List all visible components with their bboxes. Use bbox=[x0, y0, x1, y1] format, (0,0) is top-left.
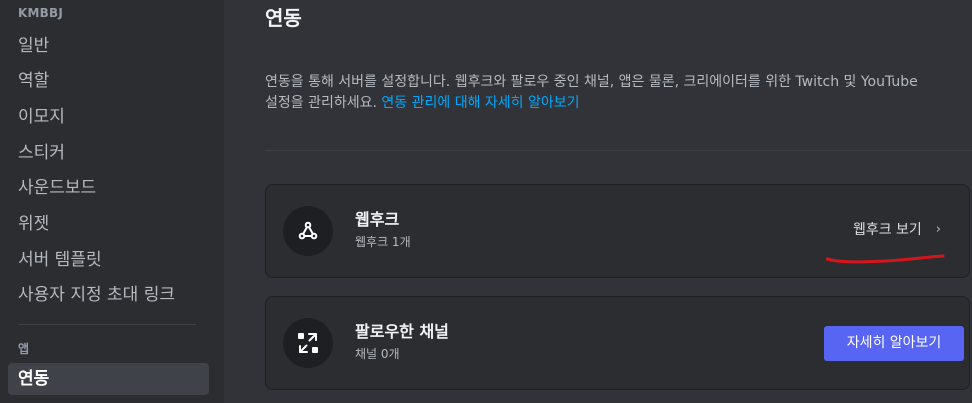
sidebar-item-stickers[interactable]: 스티커 bbox=[8, 137, 209, 169]
view-webhooks-button[interactable]: 웹후크 보기 › bbox=[853, 219, 941, 239]
description-text: 연동을 통해 서버를 설정합니다. 웹후크와 팔로우 중인 채널, 앱은 물론,… bbox=[265, 74, 918, 111]
follow-channel-icon bbox=[283, 318, 333, 368]
sidebar-item-integrations[interactable]: 연동 bbox=[8, 363, 209, 395]
server-name-header: KMBBJ bbox=[18, 6, 63, 20]
sidebar-divider bbox=[18, 324, 196, 325]
view-webhooks-label: 웹후크 보기 bbox=[852, 222, 922, 238]
sidebar-item-widget[interactable]: 위젯 bbox=[8, 208, 209, 240]
learn-more-link[interactable]: 연동 관리에 대해 자세히 알아보기 bbox=[381, 95, 579, 111]
apps-section-header: 앱 bbox=[18, 342, 30, 356]
sidebar-item-general[interactable]: 일반 bbox=[8, 30, 209, 62]
webhooks-card[interactable]: 웹후크 웹후크 1개 웹후크 보기 › bbox=[265, 184, 970, 278]
sidebar-item-emoji[interactable]: 이모지 bbox=[8, 101, 209, 133]
integrations-content: 연동 연동을 통해 서버를 설정합니다. 웹후크와 팔로우 중인 채널, 앱은 … bbox=[224, 0, 972, 403]
followed-channels-card: 팔로우한 채널 채널 0개 자세히 알아보기 bbox=[265, 296, 970, 390]
webhooks-count: 웹후크 1개 bbox=[355, 235, 411, 249]
content-divider bbox=[265, 150, 972, 151]
webhook-icon bbox=[283, 206, 333, 256]
sidebar-item-server-template[interactable]: 서버 템플릿 bbox=[8, 244, 209, 276]
page-title: 연동 bbox=[265, 6, 302, 30]
sidebar-item-custom-invite-link[interactable]: 사용자 지정 초대 링크 bbox=[8, 279, 209, 311]
sidebar-item-soundboard[interactable]: 사운드보드 bbox=[8, 172, 209, 204]
sidebar-item-roles[interactable]: 역할 bbox=[8, 65, 209, 97]
integrations-description: 연동을 통해 서버를 설정합니다. 웹후크와 팔로우 중인 채널, 앱은 물론,… bbox=[265, 72, 925, 114]
webhooks-title: 웹후크 bbox=[355, 210, 400, 229]
followed-channels-count: 채널 0개 bbox=[355, 347, 400, 361]
learn-more-button[interactable]: 자세히 알아보기 bbox=[824, 326, 964, 361]
settings-sidebar: KMBBJ 일반 역할 이모지 스티커 사운드보드 위젯 서버 템플릿 사용자 … bbox=[0, 0, 224, 403]
chevron-right-icon: › bbox=[935, 221, 941, 237]
followed-channels-title: 팔로우한 채널 bbox=[355, 322, 449, 341]
